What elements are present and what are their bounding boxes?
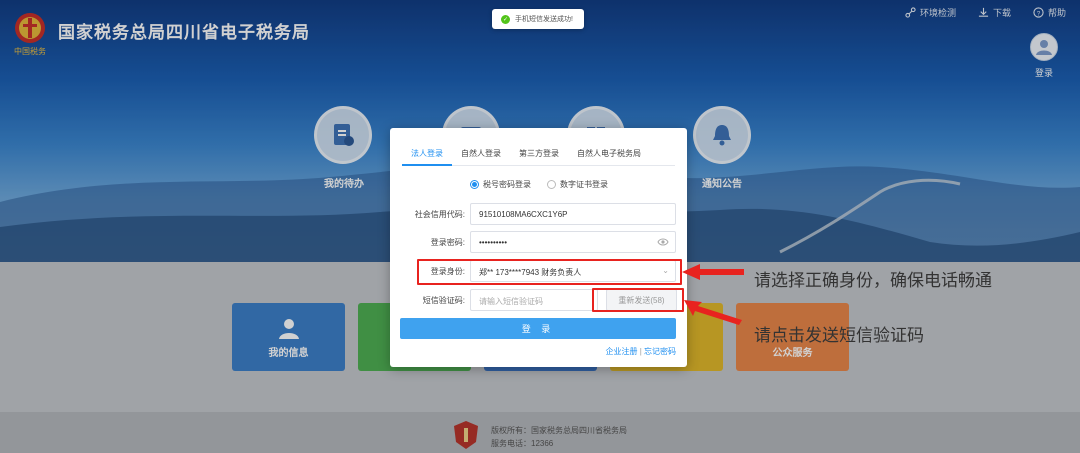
sms-hint-text: 请点击发送短信验证码 [754, 326, 924, 346]
top-links: 环境检测 下载 ? 帮助 [905, 6, 1066, 19]
tab-legal-person[interactable]: 法人登录 [402, 144, 452, 166]
download-link[interactable]: 下载 [978, 6, 1011, 19]
todo-circle[interactable] [314, 106, 372, 164]
tile-my-info[interactable]: 我的信息 [232, 303, 345, 371]
credit-code-label: 社会信用代码: [414, 210, 465, 219]
user-avatar-icon[interactable] [1030, 33, 1058, 61]
radio-dot-selected [470, 180, 479, 189]
site-title: 国家税务总局四川省电子税务局 [58, 23, 310, 42]
radio-taxid-password-label: 税号密码登录 [483, 180, 531, 189]
register-link[interactable]: 企业注册 [605, 347, 637, 356]
download-label: 下载 [992, 8, 1011, 18]
person-icon [1036, 40, 1052, 55]
arrow-left-icon [682, 264, 744, 280]
identity-highlight-box [417, 259, 682, 285]
footer-hotline: 服务电话：12366 [491, 439, 554, 448]
download-icon [978, 7, 989, 17]
eye-icon[interactable] [657, 237, 669, 247]
notice-label: 通知公告 [702, 179, 742, 190]
footer-text: 版权所有：国家税务总局四川省税务局 服务电话：12366 [491, 424, 627, 450]
footer-copyright: 版权所有：国家税务总局四川省税务局 [491, 426, 627, 435]
todo-label: 我的待办 [324, 179, 364, 190]
radio-dot [547, 180, 556, 189]
help-link[interactable]: ? 帮助 [1033, 6, 1066, 19]
tax-emblem-icon [454, 421, 478, 449]
radio-digital-cert[interactable]: 数字证书登录 [547, 179, 608, 190]
toast-message: 手机短信发送成功! [515, 16, 573, 23]
login-mode-group: 税号密码登录 数字证书登录 [470, 179, 608, 190]
logo-caption: 中国税务 [14, 47, 46, 56]
login-link[interactable]: 登录 [1030, 66, 1058, 79]
bell-icon [713, 125, 731, 146]
check-circle-icon: ✓ [501, 14, 510, 24]
tax-emblem-icon [15, 13, 45, 43]
forgot-password-link[interactable]: 忘记密码 [644, 347, 676, 356]
dialog-links: 企业注册 | 忘记密码 [605, 346, 676, 357]
arrow-left-icon [684, 300, 742, 325]
tab-third-party[interactable]: 第三方登录 [510, 144, 568, 166]
login-dialog: 法人登录 自然人登录 第三方登录 自然人电子税务局 税号密码登录 数字证书登录 … [390, 128, 687, 367]
credit-code-row: 社会信用代码: 91510108MA6CXC1Y6P [390, 203, 687, 225]
identity-hint-text: 请选择正确身份，确保电话畅通 [754, 271, 992, 291]
person-icon [278, 318, 299, 339]
svg-text:?: ? [1037, 10, 1041, 17]
env-check-link[interactable]: 环境检测 [905, 6, 956, 19]
network-check-icon [905, 7, 916, 18]
help-label: 帮助 [1047, 8, 1066, 18]
login-tabs: 法人登录 自然人登录 第三方登录 自然人电子税务局 [402, 144, 675, 166]
credit-code-input[interactable]: 91510108MA6CXC1Y6P [470, 203, 676, 225]
password-value: •••••••••• [479, 238, 508, 247]
password-label: 登录密码: [430, 238, 465, 247]
radio-digital-cert-label: 数字证书登录 [560, 180, 608, 189]
help-icon: ? [1033, 7, 1044, 18]
sms-label: 短信验证码: [422, 296, 465, 305]
login-button[interactable]: 登 录 [400, 318, 676, 339]
notice-circle[interactable] [693, 106, 751, 164]
password-row: 登录密码: •••••••••• [390, 231, 687, 253]
sms-code-input[interactable]: 请输入短信验证码 [470, 289, 598, 311]
resend-highlight-box [592, 288, 684, 312]
password-input[interactable]: •••••••••• [470, 231, 676, 253]
link-separator: | [639, 347, 642, 356]
env-check-label: 环境检测 [919, 8, 956, 18]
radio-taxid-password[interactable]: 税号密码登录 [470, 179, 531, 190]
tile-my-info-label: 我的信息 [268, 347, 309, 359]
tab-natural-person[interactable]: 自然人登录 [452, 144, 510, 166]
success-toast: ✓ 手机短信发送成功! [492, 9, 584, 29]
document-icon [334, 124, 354, 146]
tab-natural-person-etax[interactable]: 自然人电子税务局 [568, 144, 650, 166]
annotation-arrows [682, 264, 744, 325]
